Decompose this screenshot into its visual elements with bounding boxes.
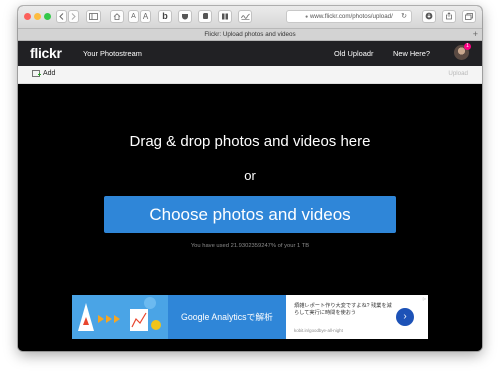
share-button[interactable] [442,10,456,23]
ad-headline: Google Analyticsで解析 [168,295,286,339]
chevron-left-icon [59,13,64,20]
downloads-button[interactable] [422,10,436,23]
drop-title: Drag & drop photos and videos here [129,133,371,150]
pocket-icon [182,14,188,20]
text-smaller-button[interactable]: A [128,10,139,23]
bookmark-button[interactable] [218,10,232,23]
zoom-window-button[interactable] [44,13,51,20]
close-window-button[interactable] [24,13,31,20]
url-text: www.flickr.com/photos/upload/ [309,13,393,20]
notification-badge: 1 [464,43,471,50]
ad-source: kobit.in/goodbye-all-night [294,328,343,333]
chevron-right-icon [71,13,76,20]
storage-usage-text: You have used 21.9302359247% of your 1 T… [190,243,310,249]
tabs-icon [465,13,473,20]
show-tabs-button[interactable] [462,10,476,23]
ad-body: 煩雑レポート作り大変ですよね? 残業を減らして実行に時間を使おう [294,303,392,316]
nav-new-here[interactable]: New Here? [393,49,430,58]
back-button[interactable] [56,10,67,23]
chevron-right-icon: › [403,311,407,322]
nav-old-uploadr[interactable]: Old Uploadr [334,49,373,58]
tab-bar: Flickr: Upload photos and videos + [18,29,482,41]
rocket-icon [72,295,168,339]
drop-or: or [244,168,256,183]
choose-photos-button[interactable]: Choose photos and videos [104,196,396,233]
drop-zone[interactable]: Drag & drop photos and videos here or Ch… [18,84,482,351]
bookmark-icon [222,13,228,20]
reload-icon[interactable]: ↻ [401,11,407,22]
ad-illustration [72,295,168,339]
tab-title[interactable]: Flickr: Upload photos and videos [204,31,295,38]
browser-window: A A b ● www.flickr.com/photos/upload/ ↻ [18,6,482,351]
browser-toolbar: A A b ● www.flickr.com/photos/upload/ ↻ [18,6,482,29]
signature-icon [240,13,250,20]
site-nav: flickr Your Photostream Old Uploadr New … [18,41,482,66]
flickr-logo[interactable]: flickr [30,45,62,61]
advertisement-banner[interactable]: Google Analyticsで解析 煩雑レポート作り大変ですよね? 残業を減… [72,295,428,339]
forward-button[interactable] [68,10,79,23]
share-icon [446,12,452,20]
pocket-button[interactable] [178,10,192,23]
ad-choices-icon[interactable]: ▷ [423,296,426,301]
address-bar[interactable]: ● www.flickr.com/photos/upload/ ↻ [286,10,412,23]
evernote-button[interactable] [198,10,212,23]
sidebar-icon [89,13,98,20]
bing-icon: b [162,11,168,21]
nav-your-photostream[interactable]: Your Photostream [83,49,142,58]
evernote-icon [202,13,208,19]
annotate-button[interactable] [238,10,252,23]
bing-button[interactable]: b [158,10,172,23]
add-label: Add [43,70,56,77]
ad-arrow-button[interactable]: › [396,308,414,326]
new-tab-button[interactable]: + [473,29,478,40]
sidebar-button[interactable] [86,10,101,23]
lock-icon: ● [305,14,309,20]
home-button[interactable] [110,10,124,23]
upload-button[interactable]: Upload [448,70,468,77]
home-icon [113,13,121,20]
minimize-window-button[interactable] [34,13,41,20]
download-icon [425,12,433,20]
add-photo-icon [32,70,41,77]
text-larger-button[interactable]: A [140,10,151,23]
upload-toolbar: Add Upload [18,66,482,84]
